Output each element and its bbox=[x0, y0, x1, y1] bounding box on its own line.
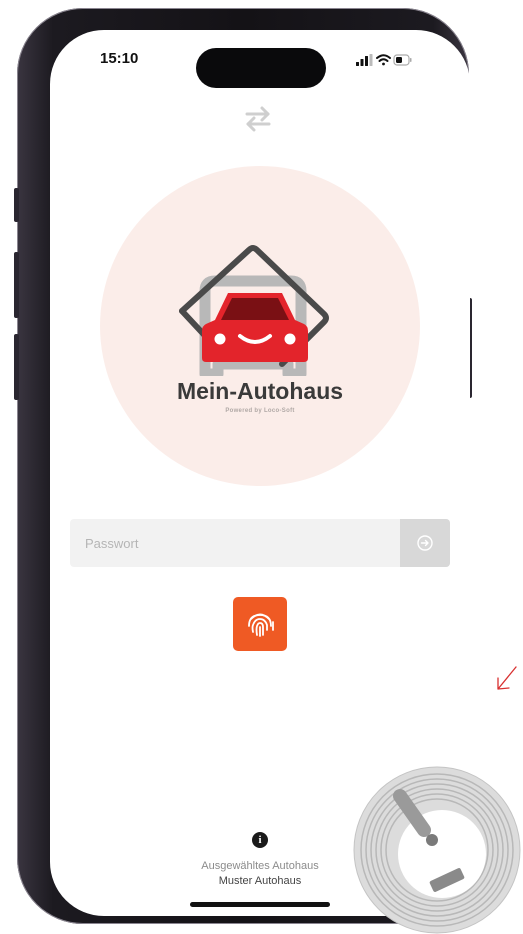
wifi-icon bbox=[376, 54, 391, 66]
login-submit-button[interactable] bbox=[400, 519, 450, 567]
volume-up-button bbox=[14, 252, 19, 318]
info-icon[interactable]: i bbox=[252, 832, 268, 848]
switch-dealer-button[interactable] bbox=[243, 104, 273, 134]
volume-down-button bbox=[14, 334, 19, 400]
biometric-login-button[interactable] bbox=[233, 597, 287, 651]
status-icons bbox=[356, 52, 412, 73]
logo-area: Mein-Autohaus Powered by Loco-Soft bbox=[100, 166, 420, 486]
dynamic-island bbox=[196, 48, 326, 88]
status-time: 15:10 bbox=[100, 50, 139, 67]
arrow-right-circle-icon bbox=[417, 535, 433, 551]
action-button bbox=[14, 188, 19, 222]
battery-icon bbox=[393, 54, 412, 66]
password-field[interactable] bbox=[70, 519, 400, 567]
fingerprint-icon bbox=[248, 613, 274, 637]
brand-name: Mein-Autohaus bbox=[176, 378, 344, 404]
home-indicator bbox=[190, 902, 330, 907]
signal-icon bbox=[356, 54, 373, 66]
car-house-logo bbox=[179, 245, 329, 376]
nfc-sticker-image bbox=[353, 766, 521, 934]
swap-arrows-icon bbox=[245, 106, 271, 132]
pointer-arrow-mark bbox=[497, 666, 517, 690]
password-row bbox=[70, 519, 450, 567]
brand-tagline: Powered by Loco-Soft bbox=[225, 408, 295, 414]
